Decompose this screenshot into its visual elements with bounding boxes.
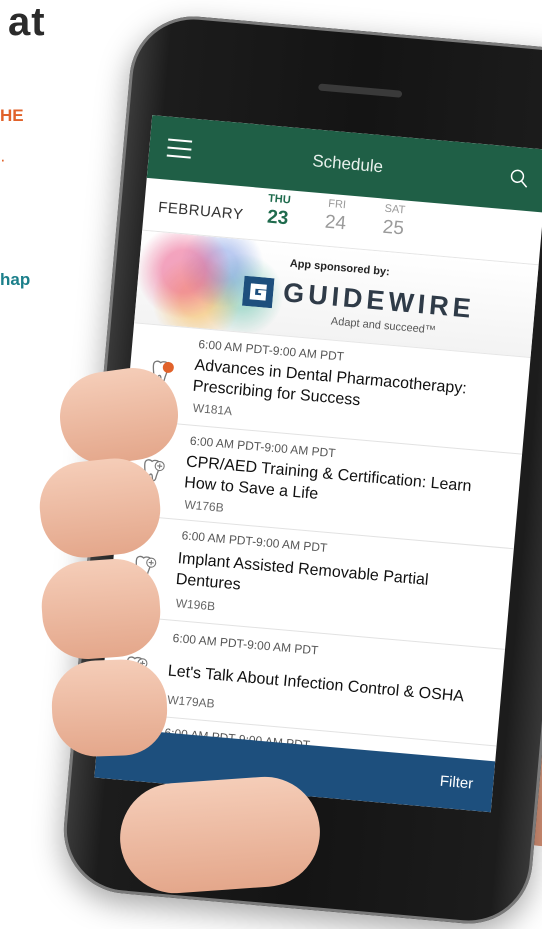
filter-button[interactable]: Filter (439, 773, 474, 793)
guidewire-logo-icon (241, 275, 275, 309)
session-code: W176B (183, 497, 225, 515)
finger (116, 773, 324, 897)
session-title[interactable]: Implant Assisted Removable Partial Dentu… (175, 548, 495, 618)
search-icon[interactable] (507, 166, 531, 190)
background-bullet: · (0, 150, 6, 169)
background-heading: at (8, 0, 46, 44)
session-code: W179AB (166, 692, 216, 711)
session-time: 6:00 AM PDT-9:00 AM PDT (172, 630, 319, 658)
finger (50, 658, 169, 758)
sponsor-brand: GUIDEWIRE (282, 277, 476, 324)
session-code: W196B (175, 596, 216, 614)
day-of-week: SAT (384, 202, 406, 217)
background-orange-text: HE (0, 106, 24, 125)
session-title[interactable]: CPR/AED Training & Certification: Learn … (183, 451, 503, 521)
phone-speaker (318, 83, 403, 98)
day-number: 24 (324, 211, 347, 235)
day-number: 23 (266, 206, 290, 230)
sponsor-label: App sponsored by: (289, 257, 391, 279)
finger (38, 556, 164, 662)
day-fri[interactable]: FRI 24 (313, 197, 360, 237)
background-teal-text: hap (0, 270, 31, 289)
session-title[interactable]: Let's Talk About Infection Control & OSH… (167, 661, 486, 710)
day-sat[interactable]: SAT 25 (370, 202, 417, 242)
session-code: W181A (192, 400, 233, 419)
month-label: FEBRUARY (157, 198, 245, 224)
day-of-week: FRI (327, 197, 347, 212)
session-title[interactable]: Advances in Dental Pharmacotherapy: Pres… (192, 355, 512, 425)
day-of-week: THU (267, 192, 292, 207)
day-thu[interactable]: THU 23 (255, 192, 302, 232)
day-number: 25 (381, 216, 405, 240)
